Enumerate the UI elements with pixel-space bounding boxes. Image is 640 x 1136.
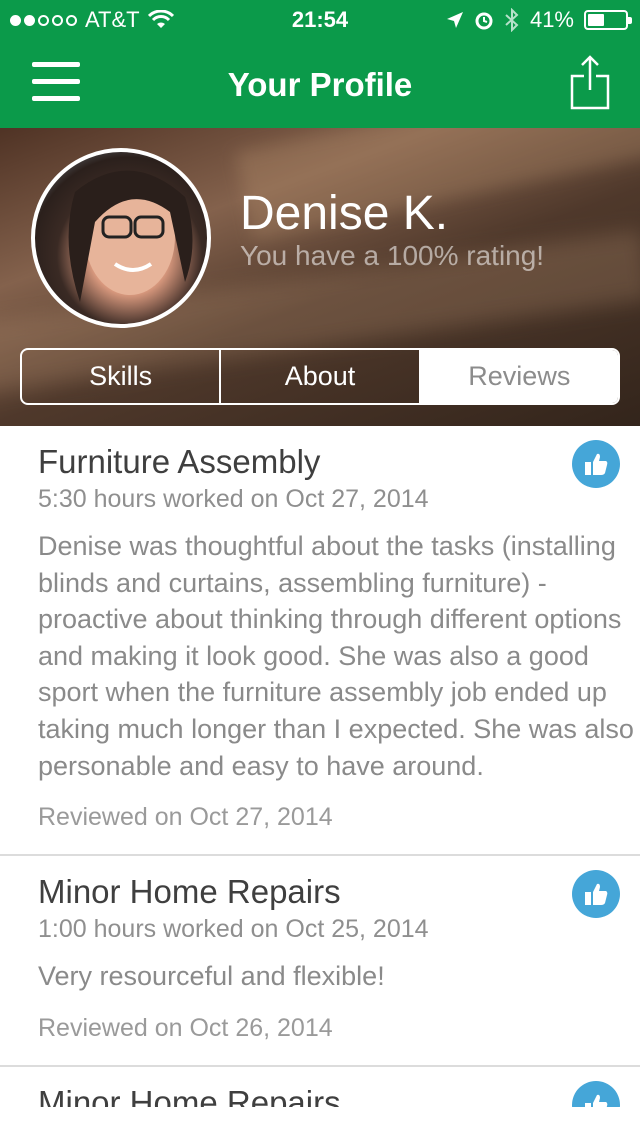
review-text: Very resourceful and flexible!	[38, 961, 385, 992]
tab-skills[interactable]: Skills	[22, 350, 222, 403]
list-item: Furniture Assembly 5:30 hours worked on …	[0, 426, 640, 857]
review-title: Minor Home Repairs	[38, 873, 341, 911]
tab-about[interactable]: About	[221, 350, 421, 403]
profile-tabs: Skills About Reviews	[20, 348, 620, 405]
battery-percent: 41%	[529, 7, 574, 32]
review-title: Minor Home Repairs	[38, 1083, 341, 1107]
top-bar: AT&T 21:54 41% Your Profile	[0, 0, 640, 128]
review-hours: 1:00 hours worked on Oct 25, 2014	[38, 915, 429, 944]
list-item: Minor Home Repairs 1:00 hours worked on …	[0, 856, 640, 1067]
profile-name: Denise K.	[240, 187, 449, 240]
status-right: 41%	[446, 7, 632, 33]
reviews-list: Furniture Assembly 5:30 hours worked on …	[0, 426, 640, 1107]
profile-rating: You have a 100% rating!	[240, 240, 545, 271]
navigation-bar: Your Profile	[0, 40, 640, 128]
profile-header: Denise K. You have a 100% rating! Skills…	[0, 128, 640, 426]
alarm-clock-icon	[475, 12, 493, 30]
status-bar: AT&T 21:54 41%	[0, 0, 640, 40]
thumbs-up-icon	[572, 870, 620, 919]
review-date: Reviewed on Oct 26, 2014	[38, 1013, 333, 1042]
page-title: Your Profile	[227, 66, 413, 103]
bluetooth-icon	[505, 8, 519, 32]
share-icon[interactable]	[570, 54, 610, 110]
location-arrow-icon	[446, 12, 463, 28]
avatar	[31, 148, 211, 328]
review-date: Reviewed on Oct 27, 2014	[38, 803, 333, 832]
review-text: Denise was thoughtful about the tasks (i…	[38, 531, 634, 781]
review-hours: 5:30 hours worked on Oct 27, 2014	[38, 485, 429, 513]
tab-reviews[interactable]: Reviews	[420, 350, 618, 403]
list-item: Minor Home Repairs	[0, 1067, 640, 1107]
battery-icon	[584, 10, 632, 30]
thumbs-up-icon	[572, 440, 620, 488]
review-title: Furniture Assembly	[38, 443, 321, 480]
